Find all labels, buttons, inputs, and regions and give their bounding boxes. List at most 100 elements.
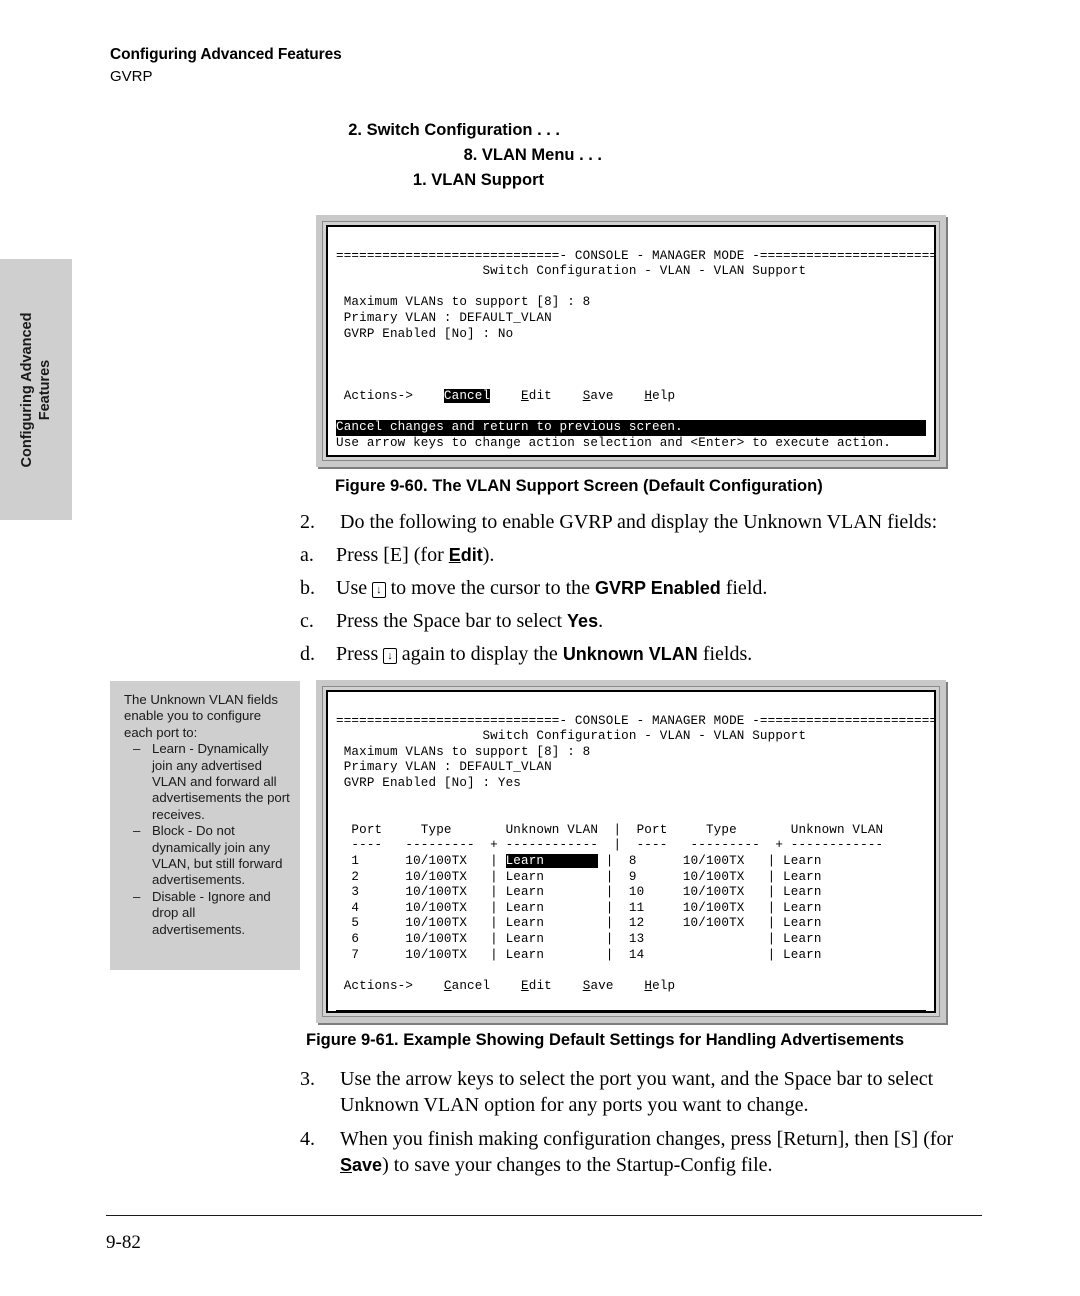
screen1-gap-2 (336, 342, 926, 358)
table-row[interactable]: 5 10/100TX | Learn | 12 10/100TX | Learn (336, 916, 822, 930)
screen2-action-save[interactable]: Save (583, 979, 614, 993)
screen1-gap-5 (336, 405, 926, 421)
terminal-bevel: =============================- CONSOLE -… (322, 686, 940, 1017)
table-row[interactable]: 7 10/100TX | Learn | 14 | Learn (336, 948, 822, 962)
chapter-side-tab-label: Configuring Advanced Features (18, 312, 54, 467)
step-2b-pre: Use (336, 577, 373, 599)
step-2c-text: Press the Space bar to select Yes. (336, 608, 1000, 634)
step-2a-pre: Press [E] (for (336, 544, 449, 566)
step-2d: d. Press ↓ again to display the Unknown … (300, 641, 1000, 667)
unknown-vlan-note-box: The Unknown VLAN fields enable you to co… (110, 681, 300, 970)
step-2b-post: field. (720, 577, 768, 599)
screen1-field-max-vlans[interactable]: Maximum VLANs to support [8] : 8 (336, 295, 591, 309)
step-2c-post: . (598, 610, 604, 632)
arrow-down-key-icon: ↓ (383, 648, 397, 664)
step-2: 2. Do the following to enable GVRP and d… (300, 509, 1000, 667)
footer-rule (106, 1215, 982, 1216)
table-row[interactable]: 2 10/100TX | Learn | 9 10/100TX | Learn (336, 870, 822, 884)
step-2d-label: d. (300, 643, 315, 665)
screen2-gap-2 (336, 807, 926, 823)
terminal-window-vlan-support-gvrp-enabled: =============================- CONSOLE -… (316, 680, 946, 1023)
screen2-field-max-vlans[interactable]: Maximum VLANs to support [8] : 8 (336, 745, 591, 759)
screen2-action-help[interactable]: Help (644, 979, 675, 993)
terminal-bevel: =============================- CONSOLE -… (322, 221, 940, 461)
terminal-screen: =============================- CONSOLE -… (326, 225, 936, 457)
side-tab-line-2: Features (37, 359, 53, 420)
screen2-table-rule: ---- --------- + ------------ | ---- ---… (336, 838, 884, 853)
step-2b-bold: GVRP Enabled (595, 578, 721, 598)
screen1-gap-4 (336, 373, 926, 389)
screen2-table-header: Port Type Unknown VLAN | Port Type Unkno… (336, 822, 884, 837)
step-2c-bold: Yes (567, 611, 599, 631)
screen1-help-line: Cancel changes and return to previous sc… (336, 420, 926, 436)
screen1-field-primary-vlan[interactable]: Primary VLAN : DEFAULT_VLAN (336, 311, 552, 325)
screen1-banner: =============================- CONSOLE -… (336, 248, 936, 263)
step-2c-pre: Press the Space bar to select (336, 610, 568, 632)
note-box-item-text: Block - Do not dynamically join any VLAN… (152, 823, 283, 888)
screen2-top-spacer (336, 698, 926, 714)
screen1-gap-1 (336, 280, 926, 296)
screen2-banner: =============================- CONSOLE -… (336, 713, 936, 728)
side-tab-line-1: Configuring Advanced (18, 312, 35, 467)
screen2-field-primary-vlan[interactable]: Primary VLAN : DEFAULT_VLAN (336, 760, 552, 774)
terminal-window-vlan-support-default: =============================- CONSOLE -… (316, 215, 946, 467)
menu-path-line-2: 8. VLAN Menu . . . (463, 145, 602, 164)
step-2d-post: fields. (697, 643, 753, 665)
screen2-actions-label: Actions-> (336, 978, 414, 993)
menu-path-heading: 2. Switch Configuration . . . 8. VLAN Me… (0, 118, 1010, 192)
screen2-field-gvrp-enabled[interactable]: GVRP Enabled [No] : Yes (336, 776, 521, 790)
step-4-mnemonic: S (340, 1155, 353, 1175)
step-2-text: Do the following to enable GVRP and disp… (340, 511, 938, 533)
note-box-item: – Disable - Ignore and drop all advertise… (124, 889, 290, 938)
screen1-top-spacer (336, 233, 926, 249)
step-2a-label: a. (300, 544, 314, 566)
step-3-number: 3. (300, 1068, 315, 1090)
note-box-item: – Block - Do not dynamically join any VLA… (124, 823, 290, 889)
step-2-number: 2. (300, 511, 315, 533)
step-2c-label: c. (300, 610, 314, 632)
screen1-action-help[interactable]: Help (644, 389, 675, 403)
step-2d-text: Press ↓ again to display the Unknown VLA… (336, 641, 1000, 667)
figure-9-61-caption: Figure 9-61. Example Showing Default Set… (306, 1031, 905, 1049)
screen1-action-cancel[interactable]: Cancel (443, 388, 491, 403)
arrow-down-key-icon: ↓ (372, 582, 386, 598)
screen2-action-cancel[interactable]: Cancel (444, 979, 490, 993)
step-2a-text: Press [E] (for Edit). (336, 542, 1000, 568)
table-row[interactable]: 6 10/100TX | Learn | 13 | Learn (336, 932, 822, 946)
step-2a-bold: Edit (449, 545, 483, 565)
screen1-gap-3 (336, 358, 926, 374)
note-dash-icon: – (133, 823, 141, 839)
step-2a-mnemonic: E (448, 545, 461, 565)
step-2a: a. Press [E] (for Edit). (300, 542, 1000, 568)
screen1-action-save[interactable]: Save (583, 389, 614, 403)
menu-path-line-1: 2. Switch Configuration . . . (348, 121, 560, 139)
note-dash-icon: – (133, 741, 141, 757)
screen1-field-gvrp-enabled[interactable]: GVRP Enabled [No] : No (336, 327, 513, 341)
port-unknown-vlan-table[interactable]: 1 10/100TX | Learn | 8 10/100TX | Learn … (336, 853, 822, 962)
step-2a-post: ). (482, 544, 495, 566)
note-box-intro: The Unknown VLAN fields enable you to co… (124, 692, 278, 740)
running-head-title: Configuring Advanced Features (110, 46, 342, 63)
note-box-list: – Learn - Dynamically join any advertised… (124, 741, 290, 938)
note-box-item-text: Learn - Dynamically join any advertised … (152, 741, 290, 822)
screen1-subtitle: Switch Configuration - VLAN - VLAN Suppo… (336, 264, 807, 279)
highlighted-cell[interactable]: Learn (505, 853, 599, 868)
table-row[interactable]: 1 10/100TX | Learn | 8 10/100TX | Learn (336, 853, 822, 868)
screen1-actions-label: Actions-> (336, 388, 414, 403)
running-head-subtitle: GVRP (110, 68, 153, 85)
table-row[interactable]: 3 10/100TX | Learn | 10 10/100TX | Learn (336, 885, 822, 899)
table-row[interactable]: 4 10/100TX | Learn | 11 10/100TX | Learn (336, 901, 822, 915)
screen1-action-edit[interactable]: Edit (521, 389, 552, 403)
screen2-help-line (336, 1009, 926, 1011)
step-3-text: Use the arrow keys to select the port yo… (340, 1068, 934, 1116)
step-2a-bold-rest: dit (460, 545, 483, 565)
step-2b-label: b. (300, 577, 315, 599)
note-dash-icon: – (133, 888, 141, 904)
step-2d-mid: again to display the (396, 643, 563, 665)
screen2-action-edit[interactable]: Edit (521, 979, 552, 993)
screen2-gap-1 (336, 792, 926, 808)
step-2d-pre: Press (336, 643, 384, 665)
step-2b-mid: to move the cursor to the (385, 577, 596, 599)
step-4-bold-rest: ave (352, 1155, 383, 1175)
screen2-subtitle: Switch Configuration - VLAN - VLAN Suppo… (336, 729, 807, 744)
